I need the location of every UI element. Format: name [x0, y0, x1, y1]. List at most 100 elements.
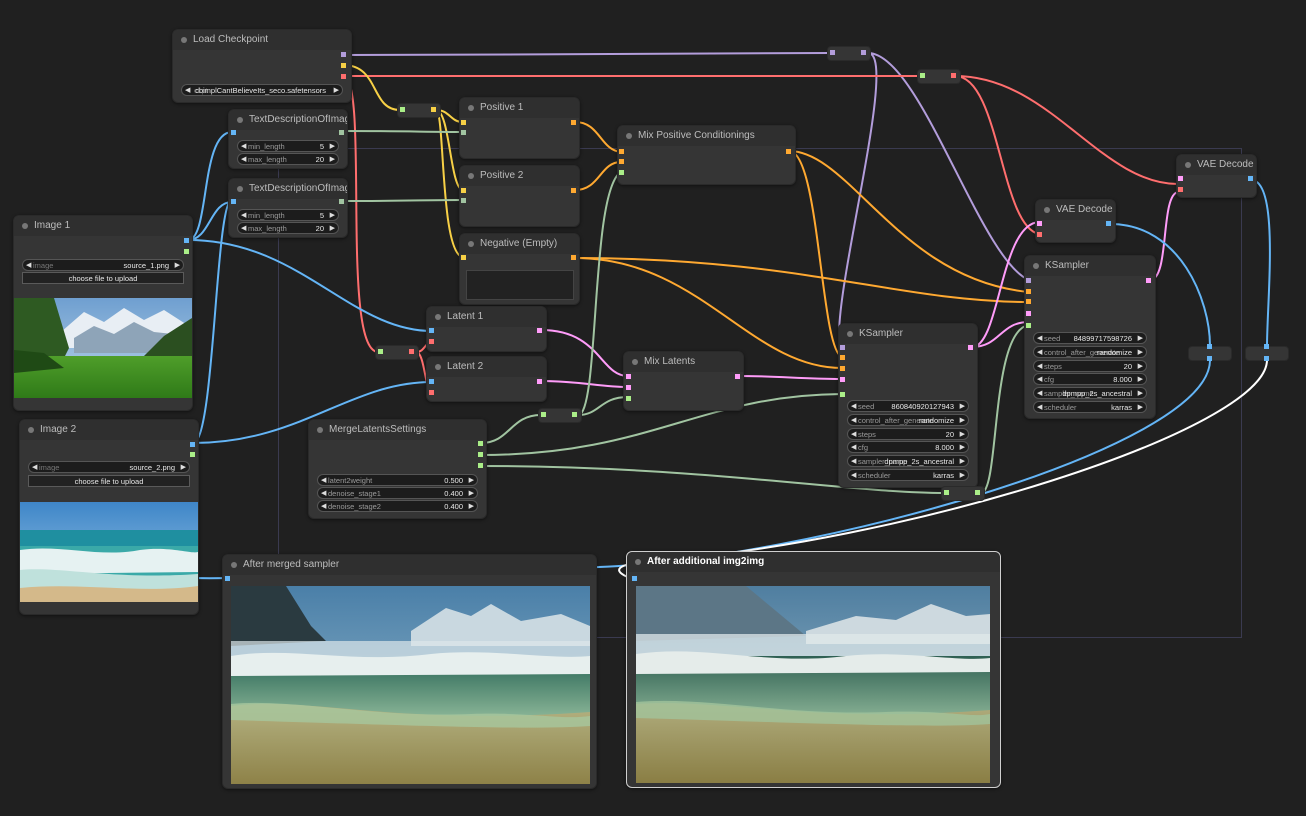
connection-slot[interactable]	[429, 339, 434, 344]
connection-slot[interactable]	[541, 412, 546, 417]
connection-slot[interactable]	[1264, 344, 1269, 349]
image1-node[interactable]: Image 1 ◀ image source_1.png ▶ choose file …	[13, 215, 193, 411]
control-after-generate-widget[interactable]: ◀ control_after_generate randomize ▶	[1033, 346, 1147, 358]
connection-slot[interactable]	[571, 188, 576, 193]
connection-slot[interactable]	[339, 130, 344, 135]
connection-slot[interactable]	[840, 392, 845, 397]
vae-decode-node-2[interactable]: VAE Decode	[1176, 154, 1257, 198]
connection-slot[interactable]	[1037, 221, 1042, 226]
connection-slot[interactable]	[1026, 311, 1031, 316]
denoise-stage2-widget[interactable]: ◀ denoise_stage2 0.400 ▶	[317, 500, 478, 512]
connection-slot[interactable]	[735, 374, 740, 379]
control-after-generate-widget[interactable]: ◀ control_after_generate randomize ▶	[847, 414, 969, 426]
connection-slot[interactable]	[840, 355, 845, 360]
connection-slot[interactable]	[571, 120, 576, 125]
max-length-widget[interactable]: ◀ max_length 20 ▶	[237, 222, 339, 234]
connection-slot[interactable]	[626, 396, 631, 401]
image2-node[interactable]: Image 2 ◀ image source_2.png ▶ choose file …	[19, 419, 199, 615]
connection-slot[interactable]	[1026, 289, 1031, 294]
upload-button[interactable]: choose file to upload	[28, 475, 190, 487]
connection-slot[interactable]	[461, 130, 466, 135]
connection-slot[interactable]	[184, 249, 189, 254]
vae-decode-node-1[interactable]: VAE Decode	[1035, 199, 1116, 243]
connection-slot[interactable]	[619, 159, 624, 164]
connection-slot[interactable]	[190, 442, 195, 447]
connection-slot[interactable]	[341, 52, 346, 57]
connection-slot[interactable]	[786, 149, 791, 154]
cfg-widget[interactable]: ◀ cfg 8.000 ▶	[1033, 373, 1147, 385]
connection-slot[interactable]	[190, 452, 195, 457]
after-merged-sampler-preview-node[interactable]: After merged sampler	[222, 554, 597, 789]
connection-slot[interactable]	[409, 349, 414, 354]
connection-slot[interactable]	[341, 74, 346, 79]
mix-latents-node[interactable]: Mix Latents	[623, 351, 744, 411]
cfg-widget[interactable]: ◀ cfg 8.000 ▶	[847, 441, 969, 453]
connection-slot[interactable]	[944, 490, 949, 495]
scheduler-widget[interactable]: ◀ scheduler karras ▶	[847, 469, 969, 481]
sampler-name-widget[interactable]: ◀ sampler_name dpmpp_2s_ancestral ▶	[1033, 387, 1147, 399]
connection-slot[interactable]	[429, 328, 434, 333]
connection-slot[interactable]	[225, 576, 230, 581]
connection-slot[interactable]	[461, 255, 466, 260]
connection-slot[interactable]	[231, 199, 236, 204]
connection-slot[interactable]	[400, 107, 405, 112]
connection-slot[interactable]	[461, 120, 466, 125]
connection-slot[interactable]	[1106, 221, 1111, 226]
connection-slot[interactable]	[1178, 187, 1183, 192]
connection-slot[interactable]	[1264, 356, 1269, 361]
connection-slot[interactable]	[478, 463, 483, 468]
connection-slot[interactable]	[1207, 356, 1212, 361]
negative-node[interactable]: Negative (Empty)	[459, 233, 580, 305]
connection-slot[interactable]	[1026, 278, 1031, 283]
connection-slot[interactable]	[626, 385, 631, 390]
connection-slot[interactable]	[920, 73, 925, 78]
text-description-node-1[interactable]: TextDescriptionOfImage ◀ min_length 5 ▶ ◀ ma…	[228, 109, 348, 169]
connection-slot[interactable]	[478, 441, 483, 446]
connection-slot[interactable]	[1178, 176, 1183, 181]
connection-slot[interactable]	[478, 452, 483, 457]
connection-slot[interactable]	[537, 379, 542, 384]
load-checkpoint-node[interactable]: Load Checkpoint ◀ ckpt cbimplCantBelieveI…	[172, 29, 352, 103]
positive2-node[interactable]: Positive 2	[459, 165, 580, 227]
ksampler-node-1[interactable]: KSampler ◀ seed 860840920127943 ▶ ◀ control_…	[838, 323, 978, 488]
ckpt-name-combo[interactable]: ◀ ckpt cbimplCantBelieveIts_seco.safetens…	[181, 84, 343, 96]
ksampler-node-2[interactable]: KSampler ◀ seed 848997175987​26 ▶ ◀ control_…	[1024, 255, 1156, 419]
merge-latents-settings-node[interactable]: MergeLatentsSettings ◀ latent2weight 0.500…	[308, 419, 487, 519]
scheduler-widget[interactable]: ◀ scheduler karras ▶	[1033, 401, 1147, 413]
upload-button[interactable]: choose file to upload	[22, 272, 184, 284]
connection-slot[interactable]	[840, 366, 845, 371]
min-length-widget[interactable]: ◀ min_length 5 ▶	[237, 209, 339, 221]
connection-slot[interactable]	[1248, 176, 1253, 181]
connection-slot[interactable]	[431, 107, 436, 112]
connection-slot[interactable]	[572, 412, 577, 417]
steps-widget[interactable]: ◀ steps 20 ▶	[1033, 360, 1147, 372]
denoise-stage1-widget[interactable]: ◀ denoise_stage1 0.400 ▶	[317, 487, 478, 499]
max-length-widget[interactable]: ◀ max_length 20 ▶	[237, 153, 339, 165]
connection-slot[interactable]	[429, 390, 434, 395]
connection-slot[interactable]	[184, 238, 189, 243]
latent1-node[interactable]: Latent 1	[426, 306, 547, 352]
connection-slot[interactable]	[626, 374, 631, 379]
steps-widget[interactable]: ◀ steps 20 ▶	[847, 428, 969, 440]
connection-slot[interactable]	[1026, 323, 1031, 328]
connection-slot[interactable]	[1026, 299, 1031, 304]
image-combo[interactable]: ◀ image source_2.png ▶	[28, 461, 190, 473]
connection-slot[interactable]	[619, 170, 624, 175]
connection-slot[interactable]	[968, 345, 973, 350]
connection-slot[interactable]	[951, 73, 956, 78]
connection-slot[interactable]	[231, 130, 236, 135]
latent2-node[interactable]: Latent 2	[426, 356, 547, 402]
connection-slot[interactable]	[840, 377, 845, 382]
connection-slot[interactable]	[1146, 278, 1151, 283]
positive1-node[interactable]: Positive 1	[459, 97, 580, 159]
connection-slot[interactable]	[378, 349, 383, 354]
after-img2img-preview-node[interactable]: After additional img2img	[626, 551, 1001, 788]
seed-widget[interactable]: ◀ seed 860840920127943 ▶	[847, 400, 969, 412]
image-combo[interactable]: ◀ image source_1.png ▶	[22, 259, 184, 271]
sampler-name-widget[interactable]: ◀ sampler_name dpmpp_2s_ancestral ▶	[847, 455, 969, 467]
connection-slot[interactable]	[861, 50, 866, 55]
connection-slot[interactable]	[975, 490, 980, 495]
mix-positive-conditionings-node[interactable]: Mix Positive Conditionings	[617, 125, 796, 185]
connection-slot[interactable]	[571, 255, 576, 260]
connection-slot[interactable]	[632, 576, 637, 581]
